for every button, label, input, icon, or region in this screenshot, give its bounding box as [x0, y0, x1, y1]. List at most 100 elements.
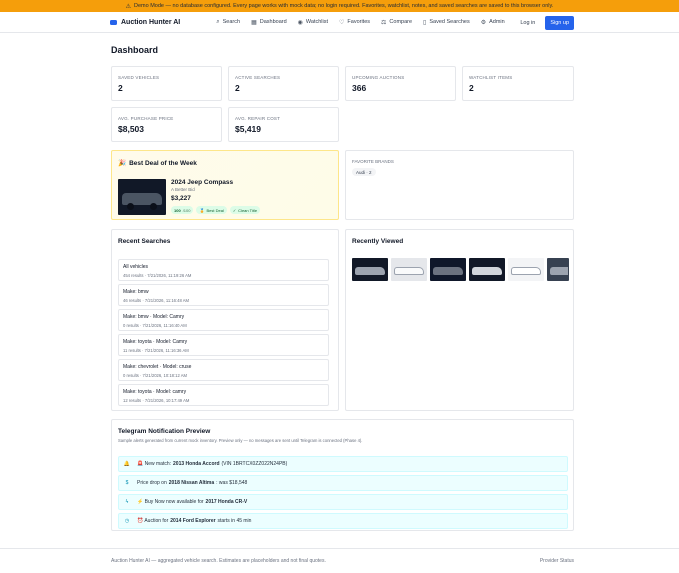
recent-vehicle-thumb[interactable]	[391, 258, 427, 281]
recent-vehicle-thumb[interactable]	[508, 258, 544, 281]
list-item: ϟ ⚡ Buy Now now available for 2017 Honda …	[118, 494, 568, 510]
stat-label: SAVED VEHICLES	[118, 75, 160, 80]
login-link[interactable]: Log in	[520, 20, 535, 26]
stat-value: 2	[235, 83, 240, 93]
nav-search-label: Search	[222, 19, 241, 25]
best-deal-price: $3,227	[171, 195, 191, 202]
footer-text: Auction Hunter AI — aggregated vehicle s…	[111, 558, 326, 564]
page-title: Dashboard	[111, 45, 159, 55]
search-title: Make: bmw	[123, 289, 149, 295]
award-icon: 🏅	[199, 207, 205, 213]
list-item: 🔔 🚨 New match: 2013 Honda Accord (VIN 1BRT…	[118, 456, 568, 472]
compare-icon: ⚖	[381, 19, 387, 26]
demo-banner-text: Demo Mode — no database configured. Ever…	[134, 3, 554, 9]
stat-value: $8,503	[118, 124, 144, 134]
clock-icon: ◷	[124, 518, 130, 524]
nav-dashboard[interactable]: ▦ Dashboard	[251, 19, 287, 26]
bolt-icon: ϟ	[125, 499, 129, 505]
stat-avg-purchase-price: AVG. PURCHASE PRICE $8,503	[111, 107, 222, 142]
grid-icon: ▦	[251, 19, 257, 26]
search-title: All vehicles	[123, 264, 149, 270]
list-item: ◷ ⏰ Auction for 2014 Ford Explorer starts …	[118, 513, 568, 529]
best-deal-seller: A Better Bid	[171, 187, 195, 192]
bookmark-icon: ▯	[423, 19, 427, 26]
search-title: Make: toyota · Model: Camry	[123, 339, 188, 345]
brand-logo[interactable]: Auction Hunter AI	[110, 19, 180, 26]
list-item[interactable]: Make: chevrolet · Model: cruse 0 results…	[118, 359, 329, 381]
best-deal-card[interactable]: 🎉 Best Deal of the Week 2024 Jeep Compas…	[111, 150, 339, 220]
clean-title-badge: ✓ Clean Title	[229, 206, 261, 214]
recent-vehicle-thumb[interactable]	[430, 258, 466, 281]
search-icon: ⌕	[216, 18, 220, 25]
search-title: Make: toyota · Model: camry	[123, 389, 187, 395]
search-meta: 0 results · 7/21/2026, 10:18:12 AM	[123, 373, 188, 378]
alert-vehicle: 2017 Honda CR-V	[205, 499, 248, 505]
nav-watchlist-label: Watchlist	[305, 19, 329, 25]
stat-avg-repair-cost: AVG. REPAIR COST $5,419	[228, 107, 339, 142]
stat-saved-vehicles: SAVED VEHICLES 2	[111, 66, 222, 101]
stat-label: UPCOMING AUCTIONS	[352, 75, 405, 80]
recent-vehicle-thumb[interactable]	[469, 258, 505, 281]
list-item[interactable]: All vehicles 454 results · 7/21/2026, 11…	[118, 259, 329, 281]
list-item[interactable]: Make: toyota · Model: Camry 11 results ·…	[118, 334, 329, 356]
nav-saved-searches[interactable]: ▯ Saved Searches	[423, 19, 470, 26]
best-deal-name[interactable]: 2024 Jeep Compass	[171, 179, 233, 186]
search-title: Make: chevrolet · Model: cruse	[123, 364, 192, 370]
search-title: Make: bmw · Model: Camry	[123, 314, 185, 320]
list-item[interactable]: Make: toyota · Model: camry 12 results ·…	[118, 384, 329, 406]
nav-dashboard-label: Dashboard	[259, 19, 287, 25]
party-icon: 🎉	[118, 160, 127, 167]
nav-compare[interactable]: ⚖ Compare	[381, 19, 412, 26]
stat-active-searches: ACTIVE SEARCHES 2	[228, 66, 339, 101]
nav-links: ⌕ Search ▦ Dashboard ◉ Watchlist ♡ Favorites…	[216, 19, 504, 26]
alert-suffix: : was $18,548	[216, 480, 248, 486]
stat-value: 366	[352, 83, 367, 93]
recent-vehicle-thumb[interactable]	[547, 258, 569, 281]
nav-favorites[interactable]: ♡ Favorites	[339, 19, 370, 26]
stat-label: AVG. REPAIR COST	[235, 116, 281, 121]
nav-admin-label: Admin	[489, 19, 505, 25]
brand-chip[interactable]: Audi · 2	[352, 168, 376, 176]
signup-button[interactable]: Sign up	[545, 16, 574, 30]
nav-watchlist[interactable]: ◉ Watchlist	[298, 19, 328, 26]
search-meta: 454 results · 7/21/2026, 11:19:26 AM	[123, 273, 192, 278]
eye-icon: ◉	[297, 19, 303, 26]
alert-vehicle: 2013 Honda Accord	[173, 461, 220, 467]
car-icon	[110, 19, 117, 25]
alert-vehicle: 2014 Ford Explorer	[170, 518, 216, 524]
stat-label: WATCHLIST ITEMS	[469, 75, 513, 80]
score-badge: 100/100	[171, 206, 194, 214]
search-meta: 11 results · 7/21/2026, 11:16:36 AM	[123, 348, 189, 353]
recent-searches-card: Recent Searches All vehicles 454 results…	[111, 229, 339, 411]
telegram-title: Telegram Notification Preview	[118, 428, 211, 435]
provider-status-link[interactable]: Provider Status	[540, 558, 574, 564]
telegram-preview-card: Telegram Notification Preview Sample ale…	[111, 419, 574, 531]
list-item[interactable]: Make: bmw 46 results · 7/21/2026, 11:16:…	[118, 284, 329, 306]
top-nav: Auction Hunter AI ⌕ Search ▦ Dashboard ◉ Wa…	[0, 12, 679, 33]
favorite-brands-label: FAVORITE BRANDS	[352, 159, 394, 164]
score-max: /100	[182, 207, 191, 213]
best-deal-title-text: Best Deal of the Week	[129, 159, 197, 167]
list-item: $ Price drop on 2018 Nissan Altima: was $…	[118, 475, 568, 491]
recently-viewed-card: Recently Viewed	[345, 229, 574, 411]
list-item[interactable]: Make: bmw · Model: Camry 0 results · 7/2…	[118, 309, 329, 331]
heart-icon: ♡	[339, 19, 345, 26]
alert-vehicle: 2018 Nissan Altima	[168, 480, 215, 486]
best-deal-image[interactable]	[118, 179, 166, 215]
nav-admin[interactable]: ⚙ Admin	[481, 19, 505, 26]
recent-vehicle-thumb[interactable]	[352, 258, 388, 281]
alert-suffix: (VIN 1BRTCX0ZZ022N24PB)	[221, 461, 288, 467]
stat-value: 2	[469, 83, 474, 93]
bell-icon: 🔔	[123, 461, 131, 467]
stat-label: AVG. PURCHASE PRICE	[118, 116, 174, 121]
alert-prefix: 🚨 New match:	[137, 461, 172, 467]
footer: Auction Hunter AI — aggregated vehicle s…	[0, 548, 679, 573]
demo-banner: ⚠ Demo Mode — no database configured. Ev…	[0, 0, 679, 12]
main-content: Dashboard SAVED VEHICLES 2 ACTIVE SEARCH…	[111, 44, 574, 531]
favorite-brands-card: FAVORITE BRANDS Audi · 2	[345, 150, 574, 220]
nav-search[interactable]: ⌕ Search	[216, 19, 240, 26]
best-deal-badge-label: Best Deal	[206, 207, 224, 213]
telegram-subtitle: Sample alerts generated from current moc…	[118, 438, 363, 443]
warning-icon: ⚠	[125, 3, 132, 10]
search-meta: 12 results · 7/21/2026, 10:17:49 AM	[123, 398, 190, 403]
